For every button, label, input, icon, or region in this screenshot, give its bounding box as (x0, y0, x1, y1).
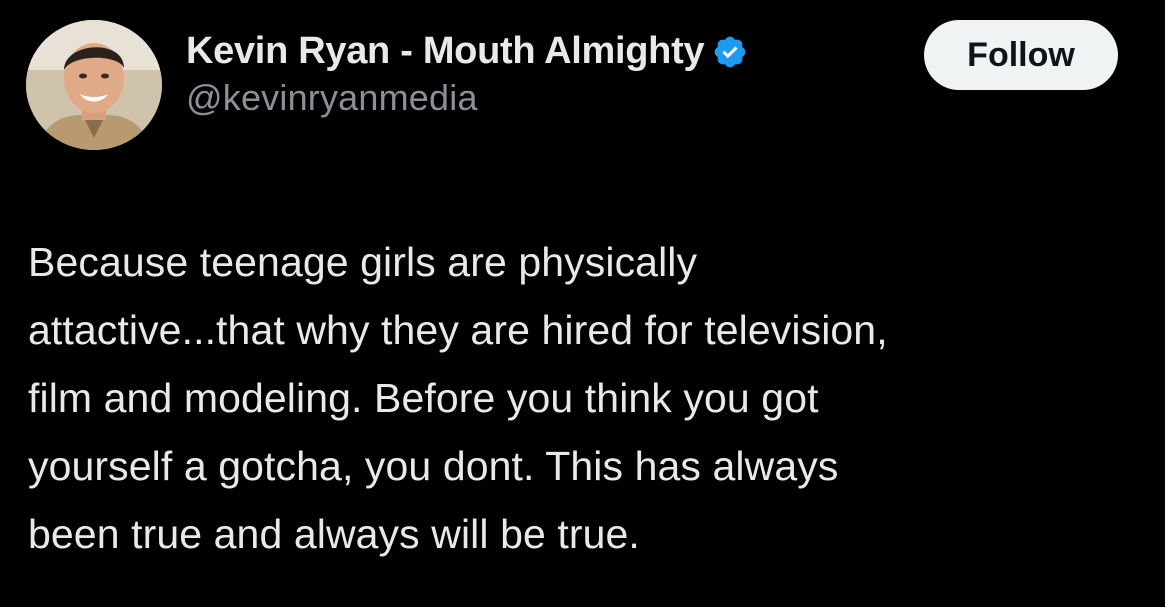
tweet-card: Kevin Ryan - Mouth Almighty @kevinryanme… (0, 0, 1165, 607)
verified-badge-icon (712, 34, 748, 70)
display-name-row: Kevin Ryan - Mouth Almighty (186, 30, 748, 73)
display-name[interactable]: Kevin Ryan - Mouth Almighty (186, 30, 705, 73)
author-names: Kevin Ryan - Mouth Almighty @kevinryanme… (186, 30, 748, 119)
follow-button[interactable]: Follow (924, 20, 1118, 90)
avatar[interactable] (26, 20, 162, 150)
author-handle[interactable]: @kevinryanmedia (186, 77, 748, 119)
tweet-header: Kevin Ryan - Mouth Almighty @kevinryanme… (26, 18, 1126, 150)
tweet-text: Because teenage girls are physically att… (28, 239, 888, 557)
avatar-photo-icon (26, 20, 162, 150)
